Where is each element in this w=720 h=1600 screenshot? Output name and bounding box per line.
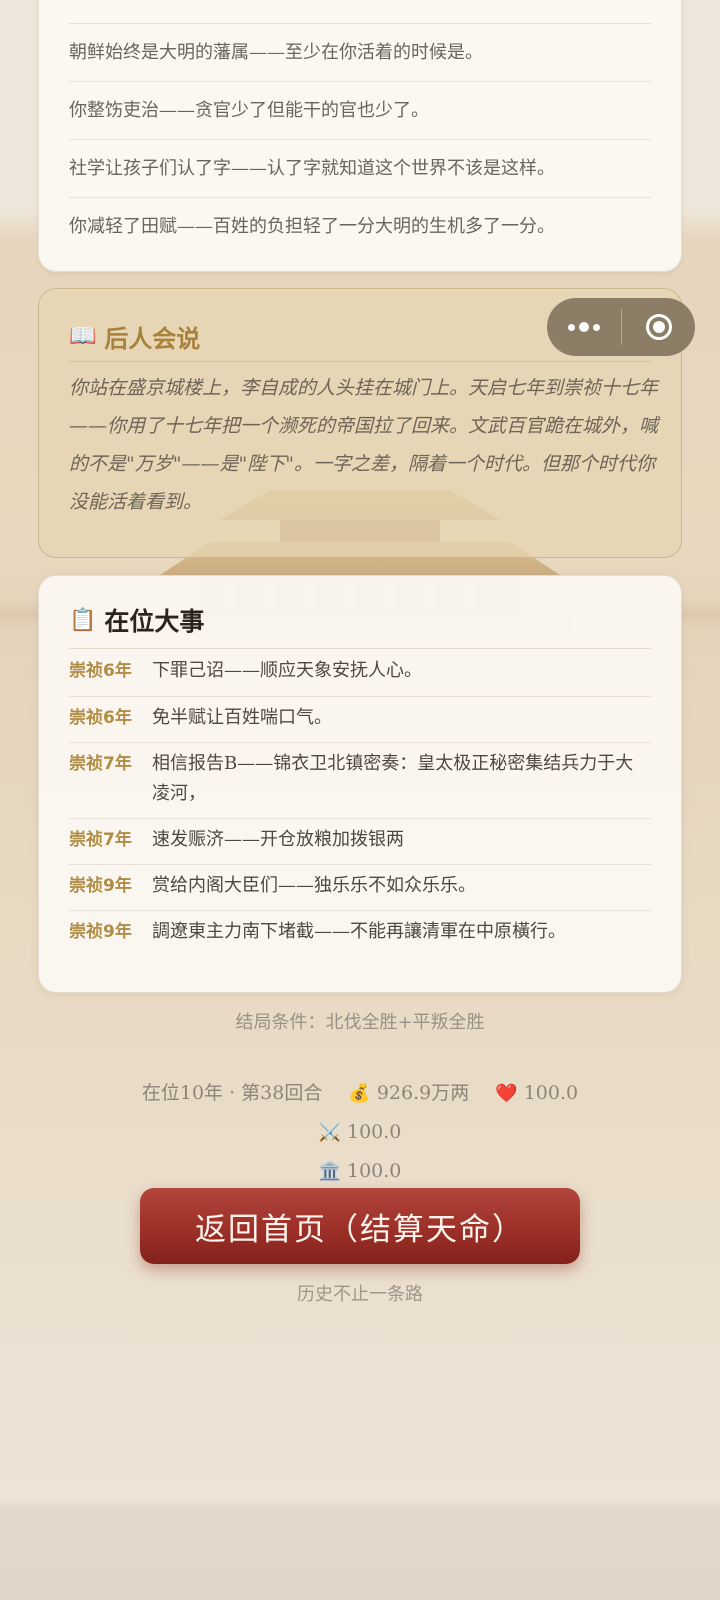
heart-stat: ❤️ 100.0: [495, 1074, 578, 1113]
event-row: 崇祯9年 赏给内阁大臣们——独乐乐不如众乐乐。: [69, 864, 651, 901]
return-home-button[interactable]: 返回首页（结算天命）: [140, 1188, 580, 1264]
divider: [69, 361, 651, 362]
event-year: 崇祯6年: [69, 661, 132, 681]
treasury-value: 926.9万两: [376, 1082, 470, 1104]
legacy-text: 你站在盛京城楼上，李自成的人头挂在城门上。天启七年到崇祯十七年——你用了十七年把…: [69, 377, 659, 513]
event-year: 崇祯6年: [69, 708, 132, 728]
reign-info: 在位10年 · 第38回合: [141, 1082, 323, 1104]
event-text: 免半赋让百姓喘口气。: [152, 707, 332, 728]
event-text: 下罪己诏——顺应天象安抚人心。: [152, 660, 422, 681]
events-heading: 📋 在位大事: [69, 602, 204, 638]
footer-hint: 历史不止一条路: [297, 1284, 423, 1305]
divider: [69, 648, 651, 649]
stats-bar: 在位10年 · 第38回合 💰 926.9万两 ❤️ 100.0 ⚔️ 100.0 🏛…: [90, 1074, 630, 1191]
ending-condition: 结局条件：北伐全胜+平叛全胜: [235, 1012, 485, 1033]
summary-row: 朝鲜始终是大明的藩属——至少在你活着的时候是。: [69, 23, 651, 82]
crossed-swords-icon: ⚔️: [318, 1122, 341, 1143]
summary-row: 你整饬吏治——贪官少了但能干的官也少了。: [69, 81, 651, 140]
clipboard-icon: 📋: [69, 607, 97, 633]
open-book-icon: 📖: [69, 323, 97, 349]
event-year: 崇祯7年: [69, 830, 132, 850]
event-text: 調遼東主力南下堵截——不能再讓清軍在中原橫行。: [152, 921, 566, 942]
event-year: 崇祯7年: [69, 754, 132, 774]
heart-value: 100.0: [523, 1082, 579, 1104]
military-stat: ⚔️ 100.0: [319, 1113, 402, 1152]
events-title: 在位大事: [104, 607, 205, 636]
more-dots-icon[interactable]: [547, 298, 621, 356]
event-year: 崇祯9年: [69, 922, 132, 942]
event-text: 速发赈济——开仓放粮加拨银两: [152, 829, 404, 850]
treasury-stat: 💰 926.9万两: [348, 1074, 469, 1113]
event-text: 相信报告B——锦衣卫北镇密奏：皇太极正秘密集结兵力于大凌河，: [152, 753, 634, 804]
summary-row: 社学让孩子们认了字——认了字就知道这个世界不该是这样。: [69, 139, 651, 198]
summary-row: 你减轻了田赋——百姓的负担轻了一分大明的生机多了一分。: [69, 197, 651, 256]
court-value: 100.0: [347, 1160, 402, 1182]
money-bag-icon: 💰: [348, 1083, 371, 1104]
court-stat: 🏛️ 100.0: [319, 1152, 402, 1191]
legacy-title: 后人会说: [104, 324, 201, 353]
military-value: 100.0: [347, 1121, 402, 1143]
summary-card: 朝鲜始终是大明的藩属——至少在你活着的时候是。 你整饬吏治——贪官少了但能干的官…: [38, 0, 682, 272]
events-card: 📋 在位大事 崇祯6年 下罪己诏——顺应天象安抚人心。 崇祯6年 免半赋让百姓喘…: [38, 575, 682, 993]
event-row: 崇祯7年 速发赈济——开仓放粮加拨银两: [69, 818, 651, 855]
event-text: 赏给内阁大臣们——独乐乐不如众乐乐。: [152, 875, 476, 896]
target-circle-icon[interactable]: [622, 298, 695, 356]
event-row: 崇祯6年 免半赋让百姓喘口气。: [69, 696, 651, 733]
event-row: 崇祯6年 下罪己诏——顺应天象安抚人心。: [69, 656, 651, 686]
mini-program-capsule: [547, 298, 695, 356]
event-row: 崇祯7年 相信报告B——锦衣卫北镇密奏：皇太极正秘密集结兵力于大凌河，: [69, 742, 651, 809]
event-row: 崇祯9年 調遼東主力南下堵截——不能再讓清軍在中原橫行。: [69, 910, 651, 947]
event-year: 崇祯9年: [69, 876, 132, 896]
legacy-heading: 📖 后人会说: [69, 319, 200, 353]
heart-icon: ❤️: [495, 1083, 518, 1104]
classical-building-icon: 🏛️: [318, 1161, 341, 1182]
